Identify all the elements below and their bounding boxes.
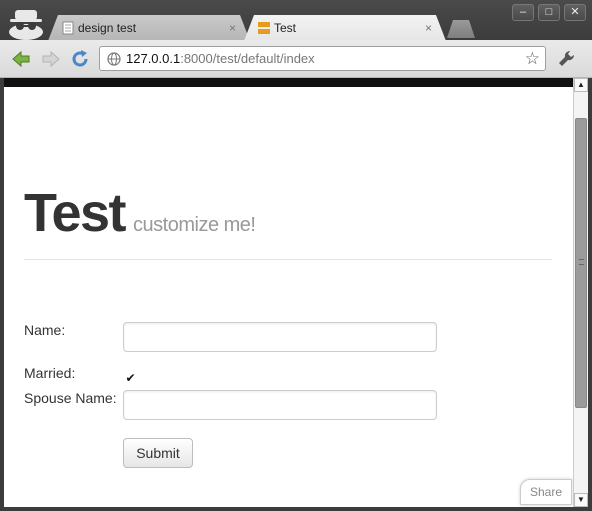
close-tab-icon[interactable]: × (229, 15, 236, 41)
spouse-name-input[interactable] (123, 390, 437, 420)
maximize-button[interactable]: □ (538, 4, 560, 21)
incognito-icon (9, 10, 43, 40)
grip-icon (579, 259, 584, 265)
minimize-button[interactable]: – (512, 4, 534, 21)
page-subtitle: customize me! (133, 214, 256, 236)
window-titlebar: design test × Test × – □ ✕ (0, 0, 592, 40)
name-input[interactable] (123, 322, 437, 352)
scroll-up-arrow-icon[interactable]: ▲ (574, 78, 588, 92)
page-heading: Test customize me! (24, 182, 256, 244)
forward-arrow-icon[interactable] (40, 48, 62, 70)
scrollbar-thumb[interactable] (575, 118, 587, 408)
url-text: 127.0.0.1:8000/test/default/index (126, 47, 315, 70)
name-label: Name: (24, 322, 66, 338)
page-icon (62, 21, 74, 35)
reload-icon[interactable] (69, 48, 91, 70)
wrench-icon[interactable] (556, 48, 578, 70)
window-frame (588, 78, 592, 511)
browser-toolbar: 127.0.0.1:8000/test/default/index ☆ (0, 40, 592, 78)
close-tab-icon[interactable]: × (425, 15, 432, 41)
tab-test[interactable]: Test × (244, 15, 446, 41)
back-arrow-icon[interactable] (10, 48, 32, 70)
divider (24, 259, 552, 260)
tab-label: Test (274, 21, 297, 35)
submit-button[interactable]: Submit (123, 438, 193, 468)
married-checkbox[interactable]: ✔ (124, 372, 137, 385)
close-window-button[interactable]: ✕ (564, 4, 586, 21)
window-frame (0, 507, 592, 511)
tab-label: design test (78, 21, 137, 35)
share-button[interactable]: Share (520, 479, 572, 505)
bookmark-star-icon[interactable]: ☆ (525, 49, 540, 68)
tab-design-test[interactable]: design test × (48, 15, 250, 41)
page-content: Test customize me! Name: Married: ✔ Spous… (4, 87, 573, 507)
url-host: 127.0.0.1 (126, 51, 181, 66)
married-label: Married: (24, 365, 76, 381)
vertical-scrollbar[interactable]: ▲ ▼ (573, 78, 588, 507)
spouse-name-label: Spouse Name: (24, 390, 117, 406)
scroll-down-arrow-icon[interactable]: ▼ (574, 493, 588, 507)
url-path: :8000/test/default/index (180, 51, 315, 66)
address-bar[interactable]: 127.0.0.1:8000/test/default/index ☆ (99, 46, 546, 71)
page-top-bar (4, 78, 574, 87)
web2py-favicon-icon (258, 21, 270, 35)
globe-icon (107, 52, 121, 66)
page-title: Test (24, 183, 127, 243)
new-tab-button[interactable] (447, 20, 475, 38)
